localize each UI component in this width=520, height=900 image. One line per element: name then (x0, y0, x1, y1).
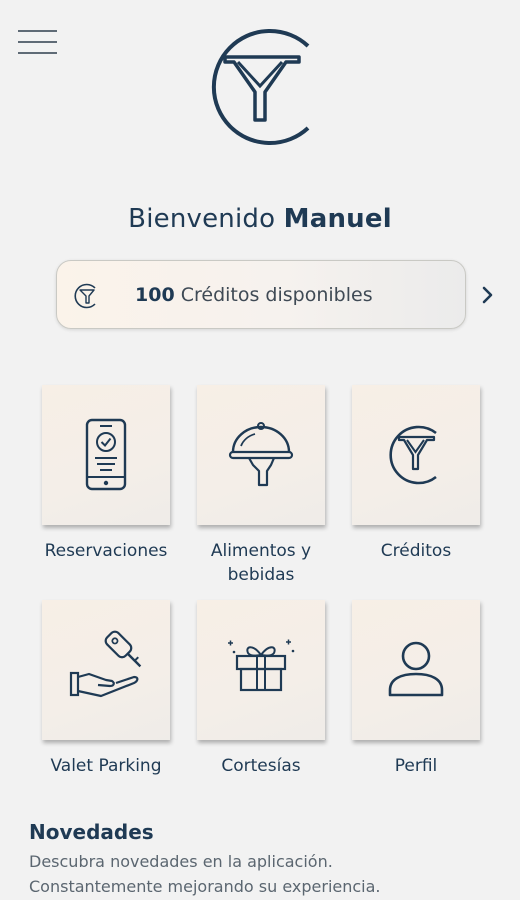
brand-mini-logo-icon (74, 283, 96, 309)
profile-tile[interactable] (352, 600, 480, 740)
chevron-right-icon (482, 286, 493, 304)
food-drinks-line2: bebidas (227, 565, 295, 585)
car-key-hand-icon (69, 630, 142, 698)
brand-logo-icon (211, 29, 310, 145)
valet-parking-tile[interactable] (42, 600, 170, 740)
courtesies-label[interactable]: Cortesías (176, 754, 346, 778)
welcome-greeting: Bienvenido (128, 204, 276, 234)
news-line2: Constantemente mejorando su experiencia. (29, 877, 381, 896)
menu-line (18, 30, 57, 32)
user-profile-icon (388, 641, 444, 697)
credits-tile[interactable] (352, 385, 480, 525)
credits-amount: 100 (135, 284, 175, 306)
reservations-label[interactable]: Reservaciones (21, 539, 191, 563)
news-line1: Descubra novedades en la aplicación. (29, 852, 333, 871)
serving-cloche-icon (228, 422, 294, 487)
news-description: Descubra novedades en la aplicación. Con… (29, 849, 499, 899)
gift-box-icon (228, 639, 295, 692)
courtesies-tile[interactable] (197, 600, 325, 740)
phone-reservation-icon (85, 418, 127, 491)
profile-label[interactable]: Perfil (331, 754, 501, 778)
credits-label: Créditos disponibles (180, 284, 373, 306)
credits-text: 100 Créditos disponibles (135, 284, 373, 306)
food-drinks-tile[interactable] (197, 385, 325, 525)
credits-logo-icon (389, 425, 437, 485)
menu-line (18, 52, 57, 54)
hamburger-menu-icon[interactable] (18, 30, 58, 56)
home-screen: Bienvenido Manuel 100 Créditos disponibl… (0, 0, 520, 900)
welcome-heading: Bienvenido Manuel (0, 204, 520, 234)
food-drinks-line1: Alimentos y (210, 541, 312, 561)
credits-available-button[interactable]: 100 Créditos disponibles (56, 260, 493, 329)
news-title: Novedades (29, 820, 154, 844)
credits-label[interactable]: Créditos (331, 539, 501, 563)
food-drinks-label[interactable]: Alimentos y bebidas (176, 539, 346, 587)
reservations-tile[interactable] (42, 385, 170, 525)
menu-line (18, 41, 57, 43)
valet-parking-label[interactable]: Valet Parking (21, 754, 191, 778)
welcome-user-name: Manuel (283, 204, 392, 234)
